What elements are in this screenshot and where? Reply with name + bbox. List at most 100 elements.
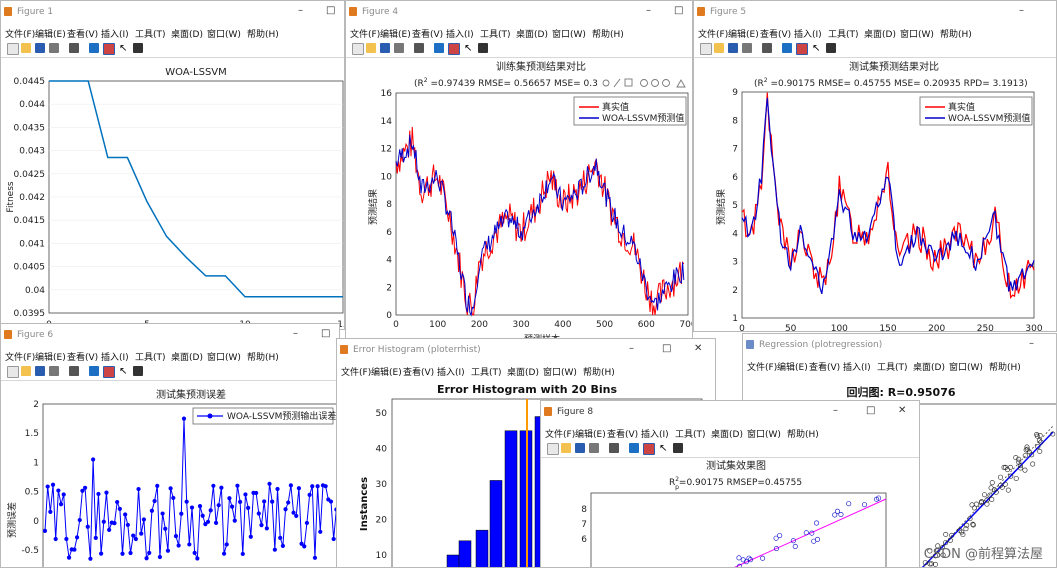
minimize-button[interactable]: – bbox=[293, 328, 298, 339]
maximize-button[interactable]: □ bbox=[662, 343, 671, 354]
menu-item[interactable]: 插入(I) bbox=[843, 360, 871, 373]
menu-item[interactable]: 工具(T) bbox=[675, 427, 706, 440]
menu-item[interactable]: 文件(F) bbox=[341, 365, 371, 378]
menu-item[interactable]: 帮助(H) bbox=[583, 365, 615, 378]
maximize-button[interactable]: □ bbox=[321, 328, 330, 339]
menu-item[interactable]: 工具(T) bbox=[135, 350, 166, 363]
titlebar[interactable]: Error Histogram (ploterrhist) – □ ✕ bbox=[337, 339, 715, 363]
menu-item[interactable]: 桌面(D) bbox=[171, 350, 203, 363]
titlebar[interactable]: Figure 1 – □ bbox=[1, 1, 344, 25]
colorbar-icon[interactable] bbox=[434, 43, 444, 53]
menu-item[interactable]: 文件(F) bbox=[698, 27, 728, 40]
menu-item[interactable]: 帮助(H) bbox=[247, 27, 279, 40]
zoom-in-icon[interactable] bbox=[651, 79, 659, 87]
menu-item[interactable]: 文件(F) bbox=[5, 350, 35, 363]
menu-item[interactable]: 窗口(W) bbox=[949, 360, 983, 373]
maximize-button[interactable]: □ bbox=[866, 405, 875, 416]
pointer-icon[interactable]: ↖ bbox=[464, 43, 474, 54]
save-icon[interactable] bbox=[575, 443, 585, 453]
minimize-button[interactable]: – bbox=[629, 343, 634, 354]
menu-item[interactable]: 帮助(H) bbox=[592, 27, 624, 40]
new-figure-icon[interactable] bbox=[547, 443, 559, 455]
save-icon[interactable] bbox=[35, 366, 45, 376]
property-inspector-icon[interactable] bbox=[673, 443, 683, 453]
menu-item[interactable]: 查看(V) bbox=[67, 27, 98, 40]
menu-item[interactable]: 帮助(H) bbox=[247, 350, 279, 363]
menu-item[interactable]: 插入(I) bbox=[101, 27, 129, 40]
maximize-button[interactable]: □ bbox=[326, 5, 335, 16]
titlebar[interactable]: Regression (plotregression) – bbox=[743, 334, 1056, 358]
menu-item[interactable]: 编辑(E) bbox=[575, 427, 606, 440]
link-icon[interactable] bbox=[609, 443, 619, 453]
minimize-button[interactable]: – bbox=[833, 405, 838, 416]
pointer-icon[interactable]: ↖ bbox=[812, 43, 822, 54]
legend-icon[interactable] bbox=[643, 443, 655, 455]
open-file-icon[interactable] bbox=[366, 43, 376, 53]
menu-item[interactable]: 桌面(D) bbox=[171, 27, 203, 40]
close-button[interactable]: ✕ bbox=[694, 343, 702, 354]
minimize-button[interactable]: – bbox=[298, 5, 303, 16]
menu-item[interactable]: 桌面(D) bbox=[711, 427, 743, 440]
legend-icon[interactable] bbox=[103, 366, 115, 378]
menu-item[interactable]: 查看(V) bbox=[607, 427, 638, 440]
menu-item[interactable]: 桌面(D) bbox=[913, 360, 945, 373]
close-button[interactable]: ✕ bbox=[898, 405, 906, 416]
print-icon[interactable] bbox=[742, 43, 752, 53]
menu-item[interactable]: 工具(T) bbox=[480, 27, 511, 40]
open-file-icon[interactable] bbox=[21, 366, 31, 376]
menu-item[interactable]: 工具(T) bbox=[135, 27, 166, 40]
maximize-button[interactable]: □ bbox=[674, 5, 683, 16]
menu-item[interactable]: 查看(V) bbox=[67, 350, 98, 363]
new-figure-icon[interactable] bbox=[700, 43, 712, 55]
link-icon[interactable] bbox=[69, 43, 79, 53]
menu-item[interactable]: 插入(I) bbox=[437, 365, 465, 378]
menu-item[interactable]: 帮助(H) bbox=[989, 360, 1021, 373]
legend-icon[interactable] bbox=[448, 43, 460, 55]
colorbar-icon[interactable] bbox=[629, 443, 639, 453]
pan-icon[interactable] bbox=[640, 79, 648, 87]
menu-item[interactable]: 文件(F) bbox=[5, 27, 35, 40]
menu-item[interactable]: 查看(V) bbox=[403, 365, 434, 378]
menu-item[interactable]: 桌面(D) bbox=[516, 27, 548, 40]
menu-item[interactable]: 工具(T) bbox=[828, 27, 859, 40]
link-icon[interactable] bbox=[762, 43, 772, 53]
brush-icon[interactable] bbox=[602, 79, 610, 87]
print-icon[interactable] bbox=[394, 43, 404, 53]
menu-item[interactable]: 编辑(E) bbox=[380, 27, 411, 40]
menu-item[interactable]: 编辑(E) bbox=[728, 27, 759, 40]
menu-item[interactable]: 编辑(E) bbox=[371, 365, 402, 378]
new-figure-icon[interactable] bbox=[352, 43, 364, 55]
colorbar-icon[interactable] bbox=[89, 43, 99, 53]
home-icon[interactable] bbox=[676, 79, 686, 88]
minimize-button[interactable]: – bbox=[1029, 338, 1034, 349]
menu-item[interactable]: 桌面(D) bbox=[507, 365, 539, 378]
datatip-icon[interactable] bbox=[613, 78, 621, 88]
menu-item[interactable]: 编辑(E) bbox=[777, 360, 808, 373]
menu-item[interactable]: 插入(I) bbox=[446, 27, 474, 40]
property-inspector-icon[interactable] bbox=[478, 43, 488, 53]
pointer-icon[interactable]: ↖ bbox=[119, 43, 129, 54]
menu-item[interactable]: 窗口(W) bbox=[207, 27, 241, 40]
menu-item[interactable]: 窗口(W) bbox=[747, 427, 781, 440]
property-inspector-icon[interactable] bbox=[826, 43, 836, 53]
menu-item[interactable]: 插入(I) bbox=[794, 27, 822, 40]
link-icon[interactable] bbox=[414, 43, 424, 53]
property-inspector-icon[interactable] bbox=[133, 43, 143, 53]
titlebar[interactable]: Figure 8 – □ ✕ bbox=[541, 401, 919, 425]
minimize-button[interactable]: – bbox=[1019, 5, 1024, 16]
menu-item[interactable]: 帮助(H) bbox=[940, 27, 972, 40]
save-icon[interactable] bbox=[728, 43, 738, 53]
legend-icon[interactable] bbox=[103, 43, 115, 55]
menu-item[interactable]: 文件(F) bbox=[747, 360, 777, 373]
axes-toolbar[interactable] bbox=[602, 78, 686, 88]
menu-item[interactable]: 文件(F) bbox=[545, 427, 575, 440]
menu-item[interactable]: 插入(I) bbox=[641, 427, 669, 440]
menu-item[interactable]: 编辑(E) bbox=[35, 27, 66, 40]
legend-icon[interactable] bbox=[796, 43, 808, 55]
menu-item[interactable]: 工具(T) bbox=[471, 365, 502, 378]
menu-item[interactable]: 窗口(W) bbox=[543, 365, 577, 378]
menu-item[interactable]: 编辑(E) bbox=[35, 350, 66, 363]
menu-item[interactable]: 查看(V) bbox=[412, 27, 443, 40]
link-icon[interactable] bbox=[69, 366, 79, 376]
new-figure-icon[interactable] bbox=[7, 43, 19, 55]
